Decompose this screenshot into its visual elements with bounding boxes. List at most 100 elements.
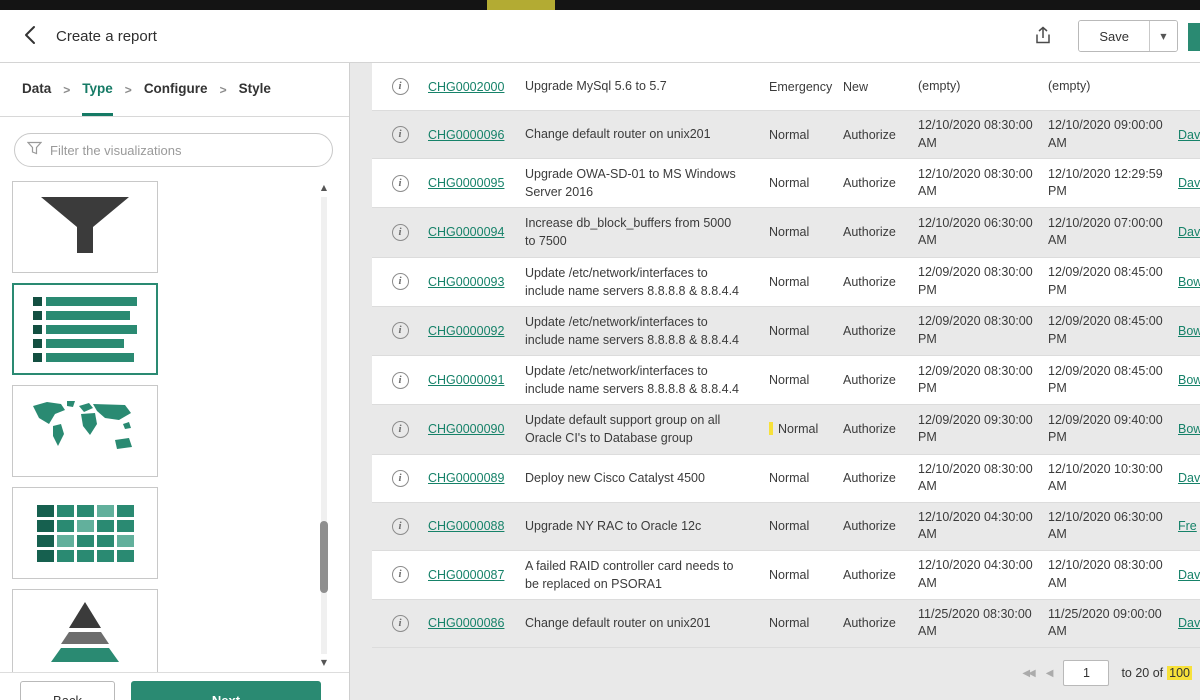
short-description-cell: Change default router on unix201 bbox=[513, 608, 755, 638]
info-icon[interactable]: i bbox=[392, 224, 409, 241]
start-date-cell: 11/25/2020 08:30:00 AM bbox=[918, 606, 1048, 641]
short-description-cell: Upgrade MySql 5.6 to 5.7 bbox=[513, 71, 755, 101]
funnel-chart-icon bbox=[37, 193, 133, 262]
assignee-link[interactable]: Dav bbox=[1178, 616, 1200, 630]
short-description-cell: Upgrade OWA-SD-01 to MS Windows Server 2… bbox=[513, 159, 755, 207]
page-title: Create a report bbox=[56, 28, 157, 45]
viz-option-list[interactable] bbox=[12, 283, 158, 375]
assignee-link[interactable]: Dav bbox=[1178, 225, 1200, 239]
visualization-filter bbox=[14, 133, 333, 167]
assignee-cell: Dav bbox=[1178, 568, 1200, 582]
table-row: i CHG0002000 Upgrade MySql 5.6 to 5.7 Em… bbox=[372, 63, 1200, 111]
start-date-cell: 12/10/2020 08:30:00 AM bbox=[918, 166, 1048, 201]
short-description-cell: Update /etc/network/interfaces to includ… bbox=[513, 258, 755, 306]
info-icon[interactable]: i bbox=[392, 78, 409, 95]
viz-option-pyramid[interactable] bbox=[12, 589, 158, 672]
info-icon[interactable]: i bbox=[392, 322, 409, 339]
save-dropdown-button[interactable]: ▼ bbox=[1149, 21, 1177, 51]
list-chart-icon bbox=[33, 297, 137, 362]
info-cell: i bbox=[372, 518, 428, 535]
info-icon[interactable]: i bbox=[392, 175, 409, 192]
info-icon[interactable]: i bbox=[392, 421, 409, 438]
table-row: i CHG0000095 Upgrade OWA-SD-01 to MS Win… bbox=[372, 159, 1200, 208]
scroll-down-icon[interactable]: ▼ bbox=[319, 658, 329, 668]
info-cell: i bbox=[372, 224, 428, 241]
viz-option-map[interactable] bbox=[12, 385, 158, 477]
info-cell: i bbox=[372, 470, 428, 487]
table-row: i CHG0000088 Upgrade NY RAC to Oracle 12… bbox=[372, 503, 1200, 551]
record-number-cell: CHG0000089 bbox=[428, 471, 513, 485]
info-icon[interactable]: i bbox=[392, 566, 409, 583]
viz-option-funnel[interactable] bbox=[12, 181, 158, 273]
state-cell: Authorize bbox=[843, 225, 918, 239]
first-page-icon[interactable]: ◀◀ bbox=[1022, 668, 1033, 679]
assignee-link[interactable]: Bow bbox=[1178, 275, 1200, 289]
page-number-input[interactable] bbox=[1063, 660, 1109, 686]
end-date-cell: 12/10/2020 06:30:00 AM bbox=[1048, 509, 1178, 544]
scroll-up-icon[interactable]: ▲ bbox=[319, 183, 329, 193]
assignee-link[interactable]: Bow bbox=[1178, 324, 1200, 338]
record-number-link[interactable]: CHG0000087 bbox=[428, 568, 504, 582]
back-button[interactable] bbox=[16, 21, 46, 51]
header: Create a report Save ▼ bbox=[0, 10, 1200, 63]
wizard-back-button[interactable]: Back bbox=[20, 681, 115, 700]
header-edge-button[interactable] bbox=[1188, 23, 1200, 51]
record-number-cell: CHG0000093 bbox=[428, 275, 513, 289]
info-icon[interactable]: i bbox=[392, 615, 409, 632]
info-icon[interactable]: i bbox=[392, 273, 409, 290]
end-date-cell: 12/10/2020 07:00:00 AM bbox=[1048, 215, 1178, 250]
record-number-link[interactable]: CHG0000096 bbox=[428, 128, 504, 142]
start-date-cell: 12/09/2020 08:30:00 PM bbox=[918, 264, 1048, 299]
table-row: i CHG0000094 Increase db_block_buffers f… bbox=[372, 208, 1200, 257]
assignee-link[interactable]: Dav bbox=[1178, 128, 1200, 142]
assignee-link[interactable]: Bow bbox=[1178, 422, 1200, 436]
record-number-link[interactable]: CHG0000091 bbox=[428, 373, 504, 387]
start-date-cell: 12/10/2020 04:30:00 AM bbox=[918, 509, 1048, 544]
assignee-link[interactable]: Bow bbox=[1178, 373, 1200, 387]
info-cell: i bbox=[372, 126, 428, 143]
wizard-next-button[interactable]: Next bbox=[131, 681, 321, 700]
assignee-link[interactable]: Dav bbox=[1178, 471, 1200, 485]
record-number-link[interactable]: CHG0000093 bbox=[428, 275, 504, 289]
save-button[interactable]: Save bbox=[1079, 21, 1149, 51]
step-style[interactable]: Style bbox=[239, 63, 271, 116]
save-split-button: Save ▼ bbox=[1078, 20, 1178, 52]
viz-option-heatmap[interactable] bbox=[12, 487, 158, 579]
filter-input[interactable] bbox=[50, 143, 320, 158]
record-number-cell: CHG0000094 bbox=[428, 225, 513, 239]
record-number-cell: CHG0000090 bbox=[428, 422, 513, 436]
record-number-link[interactable]: CHG0002000 bbox=[428, 80, 504, 94]
step-data[interactable]: Data bbox=[22, 63, 51, 116]
state-cell: Authorize bbox=[843, 568, 918, 582]
info-icon[interactable]: i bbox=[392, 126, 409, 143]
share-button[interactable] bbox=[1034, 25, 1052, 48]
assignee-link[interactable]: Fre bbox=[1178, 519, 1197, 533]
record-number-link[interactable]: CHG0000088 bbox=[428, 519, 504, 533]
share-icon bbox=[1034, 25, 1052, 48]
record-number-link[interactable]: CHG0000095 bbox=[428, 176, 504, 190]
start-date-cell: 12/09/2020 08:30:00 PM bbox=[918, 313, 1048, 348]
assignee-cell: Bow bbox=[1178, 275, 1200, 289]
info-icon[interactable]: i bbox=[392, 372, 409, 389]
step-type[interactable]: Type bbox=[82, 63, 113, 116]
back-chevron-icon bbox=[23, 25, 39, 48]
priority-cell: Normal bbox=[755, 128, 843, 142]
pagination-range: to 20 of 100 bbox=[1121, 666, 1192, 680]
record-number-link[interactable]: CHG0000094 bbox=[428, 225, 504, 239]
info-icon[interactable]: i bbox=[392, 518, 409, 535]
previous-page-icon[interactable]: ◀ bbox=[1046, 668, 1052, 679]
info-icon[interactable]: i bbox=[392, 470, 409, 487]
record-number-link[interactable]: CHG0000086 bbox=[428, 616, 504, 630]
record-number-link[interactable]: CHG0000089 bbox=[428, 471, 504, 485]
step-configure[interactable]: Configure bbox=[144, 63, 208, 116]
scrollbar-thumb[interactable] bbox=[320, 521, 328, 593]
assignee-cell: Bow bbox=[1178, 422, 1200, 436]
assignee-link[interactable]: Dav bbox=[1178, 568, 1200, 582]
chevron-down-icon: ▼ bbox=[1160, 32, 1166, 41]
end-date-cell: 12/09/2020 08:45:00 PM bbox=[1048, 363, 1178, 398]
record-number-link[interactable]: CHG0000090 bbox=[428, 422, 504, 436]
visualization-scrollbar[interactable]: ▲ ▼ bbox=[319, 183, 329, 668]
assignee-link[interactable]: Dav bbox=[1178, 176, 1200, 190]
record-number-link[interactable]: CHG0000092 bbox=[428, 324, 504, 338]
end-date-cell: 12/09/2020 08:45:00 PM bbox=[1048, 313, 1178, 348]
